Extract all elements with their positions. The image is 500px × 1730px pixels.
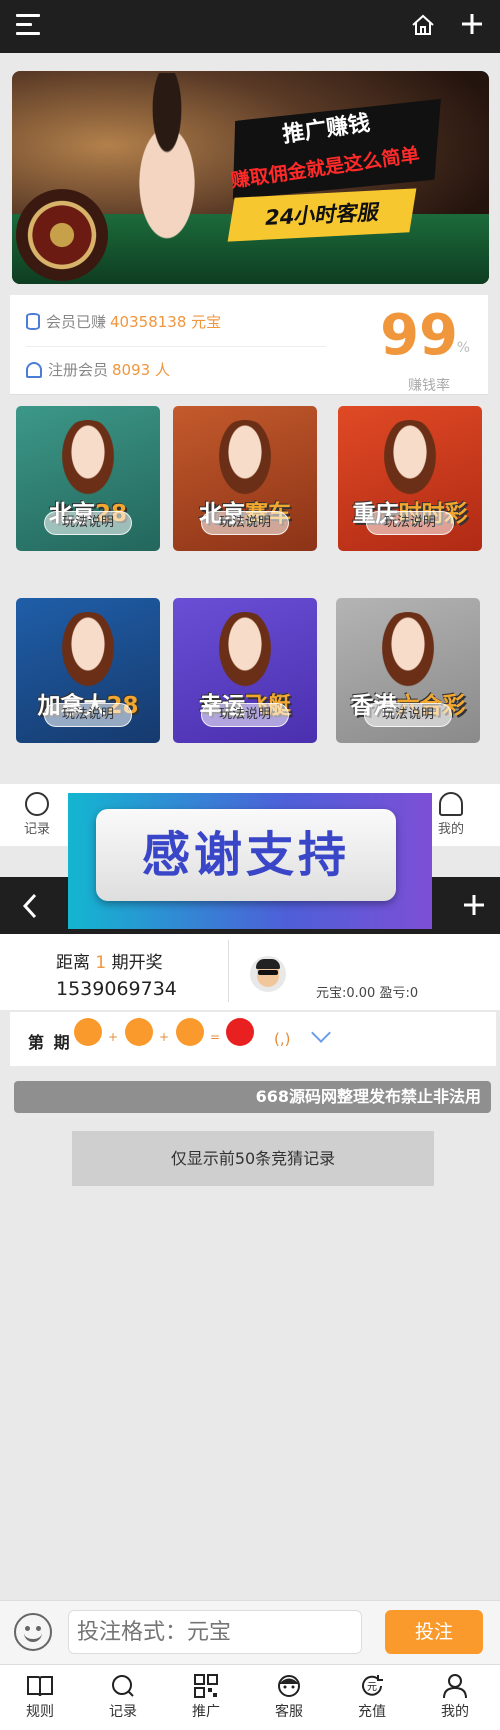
top-bar	[0, 0, 500, 53]
bet-submit-button[interactable]: 投注	[385, 1610, 483, 1654]
records-notice-button[interactable]: 仅显示前50条竞猜记录	[72, 1131, 434, 1186]
thanks-overlay[interactable]: 感谢支持	[68, 793, 432, 929]
tab-rules-label: 规则	[26, 1704, 54, 1720]
svg-text:元: 元	[367, 1682, 377, 1693]
tab-rules[interactable]: 规则	[10, 1673, 70, 1721]
home-icon[interactable]	[410, 12, 436, 42]
earned-row: 会员已赚 40358138 元宝	[26, 311, 221, 332]
members-value: 8093 人	[112, 361, 170, 379]
add-icon[interactable]	[462, 893, 486, 921]
balance-text: 元宝:0.00 盈亏:0	[316, 986, 419, 1001]
banner-model-graphic	[112, 73, 222, 273]
tab-service-label: 客服	[275, 1704, 303, 1720]
plus-sign: +	[108, 1030, 119, 1044]
stats-panel: 会员已赚 40358138 元宝 注册会员 8093 人 99 % 赚钱率	[10, 295, 488, 395]
tab-mine-label: 我的	[441, 1704, 469, 1720]
number-ball-3	[176, 1018, 204, 1046]
avatar[interactable]	[250, 956, 286, 992]
promo-banner[interactable]: 推广赚钱 赚取佣金就是这么简单 24小时客服	[12, 71, 489, 284]
user-icon	[443, 1674, 467, 1699]
menu-icon[interactable]	[16, 14, 40, 36]
chevron-down-icon[interactable]	[311, 1023, 331, 1043]
card-model-graphic	[58, 612, 118, 692]
earned-value: 40358138 元宝	[110, 313, 222, 331]
tab-mine[interactable]: 我的	[425, 1673, 485, 1721]
divider	[228, 940, 229, 1002]
period-label: 第 期	[28, 1033, 72, 1052]
support-agent-icon	[278, 1675, 300, 1697]
number-ball-1	[74, 1018, 102, 1046]
roulette-graphic	[16, 189, 108, 281]
divider	[26, 346, 326, 347]
nav-records-label: 记录	[23, 822, 50, 837]
game-card-hongkong-mark6[interactable]: 香港六合彩 玩法说明	[336, 598, 480, 743]
tab-promote[interactable]: 推广	[176, 1673, 236, 1721]
database-icon	[26, 313, 40, 330]
tab-records[interactable]: 记录	[93, 1673, 153, 1721]
book-icon	[27, 1676, 53, 1697]
result-ball	[226, 1018, 254, 1046]
recharge-icon: 元	[362, 1675, 383, 1696]
plus-sign: +	[159, 1030, 170, 1044]
rate-value: 99	[380, 303, 458, 368]
howto-button[interactable]: 玩法说明	[44, 511, 132, 535]
add-icon[interactable]	[460, 12, 484, 40]
card-model-graphic	[215, 420, 275, 500]
game-card-lucky-airship[interactable]: 幸运飞艇 玩法说明	[173, 598, 317, 743]
thanks-text: 感谢支持	[96, 809, 396, 901]
search-icon	[25, 792, 49, 816]
user-icon	[26, 362, 42, 378]
howto-button[interactable]: 玩法说明	[366, 511, 454, 535]
emoji-icon[interactable]	[14, 1613, 52, 1651]
tab-service[interactable]: 客服	[259, 1673, 319, 1721]
tab-records-label: 记录	[109, 1704, 137, 1720]
period-result-row: 第 期 + + = (,)	[10, 1012, 496, 1066]
tab-recharge-label: 充值	[358, 1704, 386, 1720]
bet-input[interactable]	[68, 1610, 362, 1654]
earned-label: 会员已赚	[46, 313, 107, 331]
card-model-graphic	[380, 420, 440, 500]
game-card-beijing-pk10[interactable]: 北京赛车 玩法说明	[173, 406, 317, 551]
nav-mine[interactable]: 我的	[426, 792, 476, 837]
number-ball-2	[125, 1018, 153, 1046]
tab-recharge[interactable]: 元 充值	[342, 1673, 402, 1721]
game-card-chongqing-ssc[interactable]: 重庆时时彩 玩法说明	[338, 406, 482, 551]
howto-button[interactable]: 玩法说明	[44, 703, 132, 727]
game-card-beijing-28[interactable]: 北京28 玩法说明	[16, 406, 160, 551]
result-text: (,)	[274, 1030, 291, 1048]
members-label: 注册会员	[48, 361, 109, 379]
game-card-canada-28[interactable]: 加拿大28 玩法说明	[16, 598, 160, 743]
howto-button[interactable]: 玩法说明	[201, 511, 289, 535]
nav-records[interactable]: 记录	[12, 792, 62, 837]
draw-info: 距离 1 期开奖 1539069734 元宝:0.00 盈亏:0	[0, 934, 500, 1010]
nav-mine-label: 我的	[437, 822, 464, 837]
howto-button[interactable]: 玩法说明	[201, 703, 289, 727]
search-icon	[112, 1675, 134, 1697]
card-model-graphic	[215, 612, 275, 692]
countdown: 1539069734	[56, 978, 177, 1000]
equals-sign: =	[210, 1030, 221, 1044]
tab-promote-label: 推广	[192, 1704, 220, 1720]
next-draw-label: 距离 1 期开奖	[56, 953, 163, 973]
bottom-tab-bar: 规则 记录 推广 客服 元 充值 我的	[0, 1664, 500, 1730]
card-model-graphic	[58, 420, 118, 500]
members-row: 注册会员 8093 人	[26, 359, 170, 380]
howto-button[interactable]: 玩法说明	[364, 703, 452, 727]
qr-code-icon	[194, 1674, 218, 1698]
rate-label: 赚钱率	[408, 378, 450, 394]
rate-unit: %	[456, 340, 470, 356]
bet-bar: 投注	[0, 1600, 500, 1664]
user-icon	[439, 792, 463, 816]
card-model-graphic	[378, 612, 438, 692]
notice-marquee: 668源码网整理发布禁止非法用	[14, 1081, 491, 1113]
back-icon[interactable]	[22, 893, 38, 923]
